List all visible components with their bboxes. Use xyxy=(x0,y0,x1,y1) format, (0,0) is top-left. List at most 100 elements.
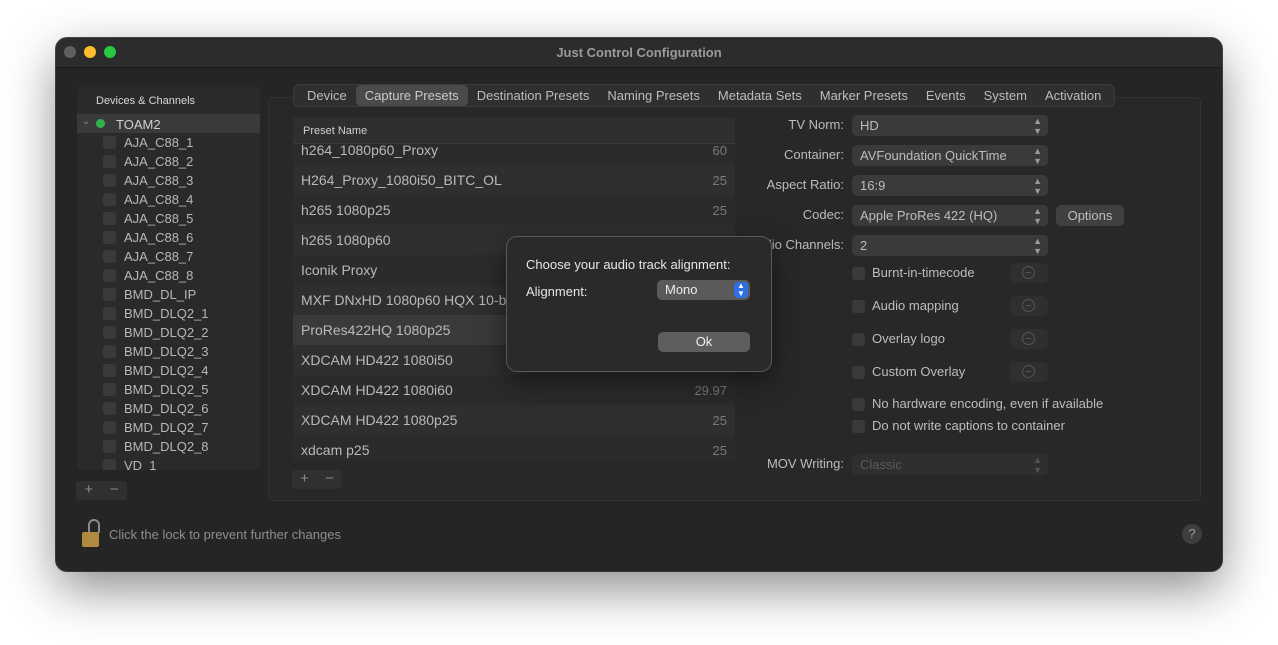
device-item[interactable]: VD_1 xyxy=(77,456,260,470)
preset-fps: 25 xyxy=(712,203,727,218)
device-item[interactable]: BMD_DLQ2_3 xyxy=(77,342,260,361)
device-checkbox[interactable] xyxy=(103,326,116,339)
tab-device[interactable]: Device xyxy=(298,85,356,106)
tab-capture-presets[interactable]: Capture Presets xyxy=(355,85,468,106)
add-preset-button[interactable]: + xyxy=(292,470,317,489)
device-item[interactable]: AJA_C88_8 xyxy=(77,266,260,285)
device-item[interactable]: BMD_DLQ2_5 xyxy=(77,380,260,399)
checkbox-box[interactable] xyxy=(852,267,865,280)
device-checkbox[interactable] xyxy=(103,307,116,320)
container-select[interactable]: AVFoundation QuickTime ▲ ▼ xyxy=(852,145,1048,166)
audio-channels-select[interactable]: 2 ▲ ▼ xyxy=(852,235,1048,256)
device-checkbox[interactable] xyxy=(103,250,116,263)
chevron-down-icon[interactable]: ⌄ xyxy=(82,116,90,127)
custom-overlay-options-button[interactable] xyxy=(1010,362,1048,382)
preset-name: xdcam p25 xyxy=(301,442,370,458)
preset-name: h264_1080p60_Proxy xyxy=(301,142,439,158)
help-button[interactable]: ? xyxy=(1182,524,1202,544)
table-row[interactable]: xdcam p25 25 xyxy=(293,435,735,461)
column-header-preset-name[interactable]: Preset Name xyxy=(293,118,735,144)
device-label: BMD_DLQ2_7 xyxy=(124,420,209,435)
device-checkbox[interactable] xyxy=(103,402,116,415)
device-item[interactable]: AJA_C88_2 xyxy=(77,152,260,171)
table-row[interactable]: h265 1080p25 25 xyxy=(293,195,735,225)
device-checkbox[interactable] xyxy=(103,288,116,301)
alignment-popup[interactable]: Mono ▲ ▼ xyxy=(657,280,750,300)
device-label: BMD_DLQ2_6 xyxy=(124,401,209,416)
device-checkbox[interactable] xyxy=(103,421,116,434)
device-item[interactable]: BMD_DLQ2_8 xyxy=(77,437,260,456)
tab-activation[interactable]: Activation xyxy=(1036,85,1110,106)
device-item[interactable]: AJA_C88_5 xyxy=(77,209,260,228)
burnt-in-timecode-options-button[interactable] xyxy=(1010,263,1048,283)
device-checkbox[interactable] xyxy=(103,193,116,206)
alignment-label: Alignment: xyxy=(526,284,588,299)
device-item[interactable]: BMD_DLQ2_1 xyxy=(77,304,260,323)
device-item[interactable]: BMD_DLQ2_6 xyxy=(77,399,260,418)
device-item[interactable]: BMD_DLQ2_2 xyxy=(77,323,260,342)
preset-fps: 29.97 xyxy=(694,383,727,398)
tab-destination-presets[interactable]: Destination Presets xyxy=(468,85,599,106)
device-item[interactable]: AJA_C88_6 xyxy=(77,228,260,247)
device-item[interactable]: BMD_DL_IP xyxy=(77,285,260,304)
checkbox-box[interactable] xyxy=(852,300,865,313)
tv-norm-select[interactable]: HD ▲ ▼ xyxy=(852,115,1048,136)
tab-marker-presets[interactable]: Marker Presets xyxy=(811,85,917,106)
updown-chevron-icon: ▲ ▼ xyxy=(1033,236,1042,256)
device-checkbox[interactable] xyxy=(103,364,116,377)
preset-name: MXF DNxHD 1080p60 HQX 10-bit xyxy=(301,292,514,308)
minus-circle-icon xyxy=(1022,332,1035,345)
tab-naming-presets[interactable]: Naming Presets xyxy=(598,85,708,106)
tree-root-toam2[interactable]: ⌄ TOAM2 xyxy=(77,114,260,133)
remove-device-button[interactable]: − xyxy=(102,481,128,500)
codec-select[interactable]: Apple ProRes 422 (HQ) ▲ ▼ xyxy=(852,205,1048,226)
preset-fps: 25 xyxy=(712,173,727,188)
checkbox-box[interactable] xyxy=(852,398,865,411)
tab-events[interactable]: Events xyxy=(917,85,975,106)
preset-fps: 25 xyxy=(712,443,727,458)
device-checkbox[interactable] xyxy=(103,136,116,149)
device-checkbox[interactable] xyxy=(103,459,116,470)
checkbox-box[interactable] xyxy=(852,366,865,379)
table-row[interactable]: XDCAM HD422 1080p25 25 xyxy=(293,405,735,435)
device-checkbox[interactable] xyxy=(103,345,116,358)
device-checkbox[interactable] xyxy=(103,269,116,282)
status-online-icon xyxy=(96,119,105,128)
ok-button[interactable]: Ok xyxy=(658,332,750,352)
device-item[interactable]: AJA_C88_1 xyxy=(77,133,260,152)
aspect-ratio-select[interactable]: 16:9 ▲ ▼ xyxy=(852,175,1048,196)
device-item[interactable]: AJA_C88_7 xyxy=(77,247,260,266)
alignment-dialog: Choose your audio track alignment: Align… xyxy=(507,237,771,371)
device-item[interactable]: AJA_C88_3 xyxy=(77,171,260,190)
device-item[interactable]: BMD_DLQ2_7 xyxy=(77,418,260,437)
device-label: BMD_DLQ2_4 xyxy=(124,363,209,378)
device-label: AJA_C88_4 xyxy=(124,192,194,207)
device-label: AJA_C88_5 xyxy=(124,211,194,226)
device-checkbox[interactable] xyxy=(103,212,116,225)
device-checkbox[interactable] xyxy=(103,174,116,187)
mov-writing-select[interactable]: Classic ▲ ▼ xyxy=(852,454,1048,475)
device-checkbox[interactable] xyxy=(103,155,116,168)
tab-system[interactable]: System xyxy=(975,85,1036,106)
checkbox-box[interactable] xyxy=(852,333,865,346)
device-checkbox[interactable] xyxy=(103,440,116,453)
device-label: AJA_C88_2 xyxy=(124,154,194,169)
tab-metadata-sets[interactable]: Metadata Sets xyxy=(709,85,811,106)
remove-preset-button[interactable]: − xyxy=(317,470,342,489)
checkbox-box[interactable] xyxy=(852,420,865,433)
title-bar: Just Control Configuration xyxy=(56,38,1222,68)
lock-icon[interactable] xyxy=(82,519,100,549)
codec-options-button[interactable]: Options xyxy=(1056,205,1124,226)
device-item[interactable]: AJA_C88_4 xyxy=(77,190,260,209)
table-row[interactable]: H264_Proxy_1080i50_BITC_OL 25 xyxy=(293,165,735,195)
table-row[interactable]: XDCAM HD422 1080i60 29.97 xyxy=(293,375,735,405)
audio-mapping-options-button[interactable] xyxy=(1010,296,1048,316)
device-item[interactable]: BMD_DLQ2_4 xyxy=(77,361,260,380)
overlay-logo-options-button[interactable] xyxy=(1010,329,1048,349)
preset-fps: 25 xyxy=(712,413,727,428)
device-label: AJA_C88_1 xyxy=(124,135,194,150)
device-label: VD_1 xyxy=(124,458,157,470)
device-checkbox[interactable] xyxy=(103,231,116,244)
add-device-button[interactable]: + xyxy=(76,481,102,500)
device-checkbox[interactable] xyxy=(103,383,116,396)
